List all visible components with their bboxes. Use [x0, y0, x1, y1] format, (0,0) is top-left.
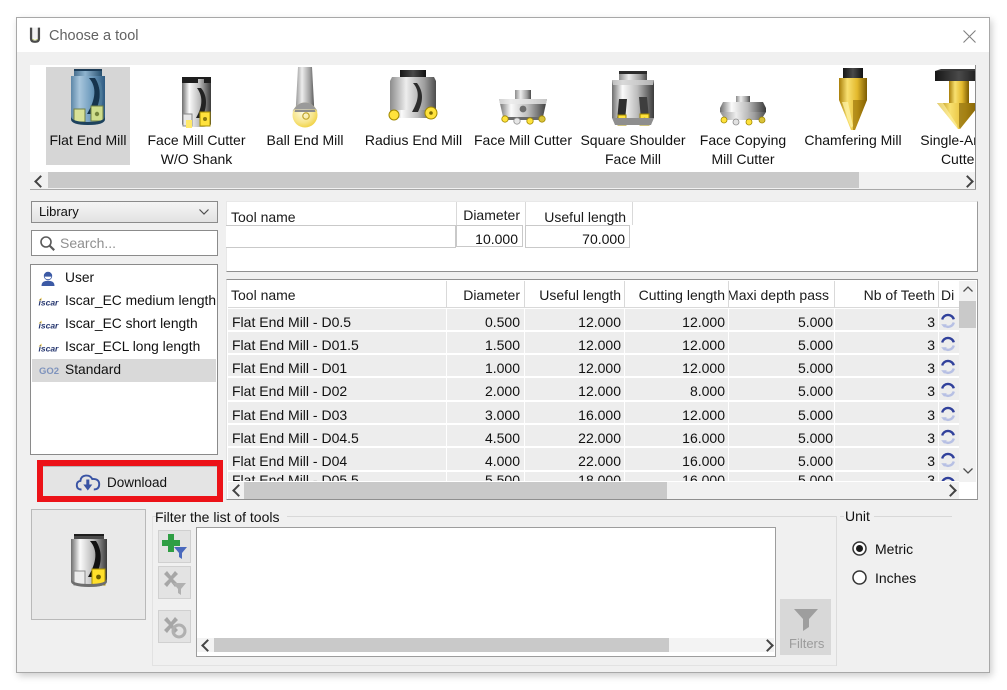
svg-text:GO2: GO2 [39, 366, 59, 376]
svg-text:iscar: iscar [39, 298, 60, 308]
svg-text:iscar: iscar [39, 321, 60, 331]
svg-text:iscar: iscar [39, 344, 60, 354]
